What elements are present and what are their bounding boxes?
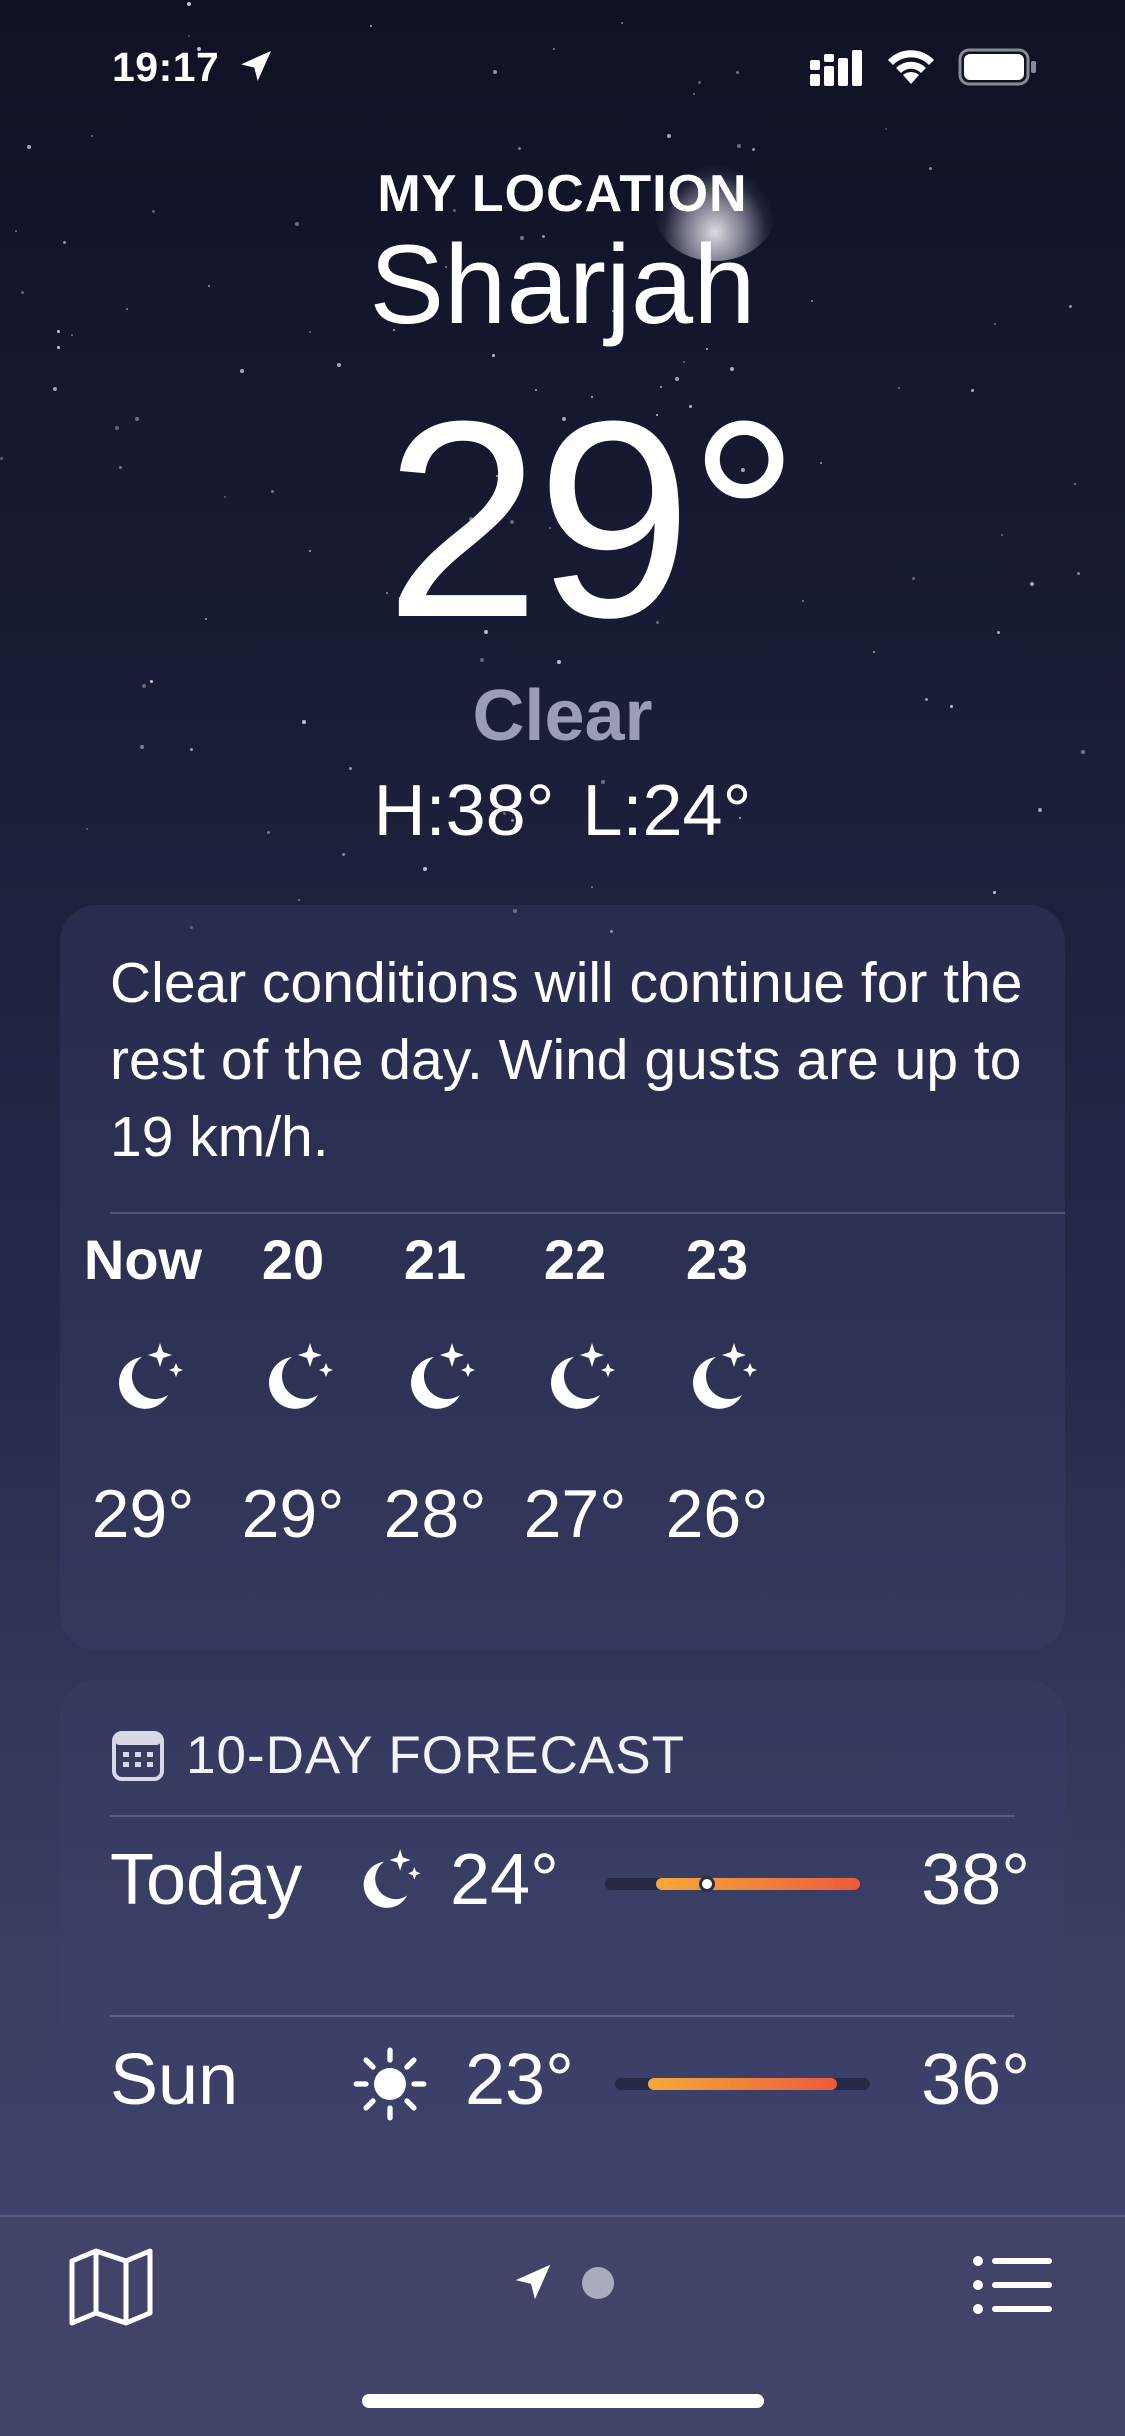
star — [298, 899, 300, 901]
star — [342, 853, 345, 856]
moon-stars-icon — [269, 1343, 333, 1409]
forecast-row[interactable]: Today 24° 38° — [110, 1820, 1030, 1940]
forecast-title: 10-DAY FORECAST — [186, 1725, 685, 1785]
hour-label: Now — [83, 1228, 203, 1291]
star — [91, 135, 93, 137]
forecast-day: Today — [110, 1840, 303, 1920]
forecast-high: 38° — [921, 1840, 1030, 1920]
star — [57, 346, 60, 349]
forecast-header: 10-DAY FORECAST — [110, 1725, 685, 1785]
star — [993, 891, 996, 894]
star — [706, 348, 708, 350]
forecast-low: 24° — [450, 1840, 559, 1920]
map-icon[interactable] — [68, 2247, 154, 2327]
temperature-range-bar — [605, 1876, 860, 1892]
star — [737, 144, 741, 148]
wifi-icon — [888, 50, 934, 84]
moon-stars-icon — [411, 1343, 475, 1409]
hourly-strip[interactable]: Now 29° 20 29° 21 28° 22 27° 23 26° — [60, 1205, 1065, 1645]
current-temperature-value: 29° — [384, 364, 800, 676]
location-header: MY LOCATION Sharjah — [0, 165, 1125, 345]
temperature-range-bar — [615, 2078, 870, 2090]
star — [591, 886, 593, 888]
hourly-forecast-card[interactable]: Clear conditions will continue for the r… — [60, 905, 1065, 1650]
forecast-high: 36° — [921, 2040, 1030, 2120]
current-temp-marker — [699, 1876, 715, 1892]
divider — [110, 2015, 1015, 2017]
forecast-low: 23° — [465, 2040, 574, 2120]
low-temp: L:24° — [582, 771, 752, 851]
ten-day-forecast-card[interactable]: 10-DAY FORECAST Today 24° 38° Sun 23° 36° — [60, 1680, 1065, 2260]
high-temp: H:38° — [373, 771, 555, 851]
star — [667, 134, 671, 138]
location-arrow-icon — [241, 51, 271, 81]
hour-temp: 26° — [665, 1476, 769, 1552]
forecast-day: Sun — [110, 2040, 239, 2120]
list-icon[interactable] — [972, 2255, 1054, 2315]
location-label: MY LOCATION — [377, 165, 748, 223]
star — [752, 148, 755, 151]
cellular-signal-icon — [810, 50, 862, 86]
temperature-range-fill — [648, 2078, 837, 2090]
status-time: 19:17 — [112, 44, 220, 90]
moon-stars-icon — [363, 1849, 421, 1908]
hour-column: 23 26° — [632, 1205, 802, 1554]
temperature-range-fill — [656, 1878, 860, 1890]
moon-stars-icon — [693, 1343, 757, 1409]
forecast-row[interactable]: Sun 23° 36° — [110, 2020, 1030, 2140]
star — [27, 145, 31, 149]
hour-label: 23 — [685, 1228, 749, 1291]
moon-stars-icon — [551, 1343, 615, 1409]
weather-summary: Clear conditions will continue for the r… — [110, 951, 1023, 1169]
star — [337, 363, 341, 367]
star — [683, 361, 685, 363]
hour-column: Now 29° — [60, 1205, 228, 1554]
moon-stars-icon — [119, 1343, 183, 1409]
star — [518, 147, 521, 150]
city-name: Sharjah — [369, 222, 756, 347]
location-arrow-icon[interactable] — [510, 2259, 556, 2305]
home-indicator[interactable] — [362, 2394, 764, 2408]
sun-icon — [353, 2047, 427, 2121]
battery-icon — [958, 48, 1036, 86]
calendar-icon — [112, 1731, 164, 1781]
condition-text: Clear — [472, 676, 653, 756]
status-bar: 19:17 — [0, 0, 1125, 132]
high-low: H:38° L:24° — [0, 770, 1125, 852]
current-temperature: 29° — [0, 380, 1125, 660]
star — [423, 867, 427, 871]
hour-temp: 29° — [91, 1476, 195, 1552]
star — [240, 369, 244, 373]
divider — [110, 1815, 1015, 1817]
star — [492, 354, 495, 357]
page-dot[interactable] — [582, 2267, 614, 2299]
